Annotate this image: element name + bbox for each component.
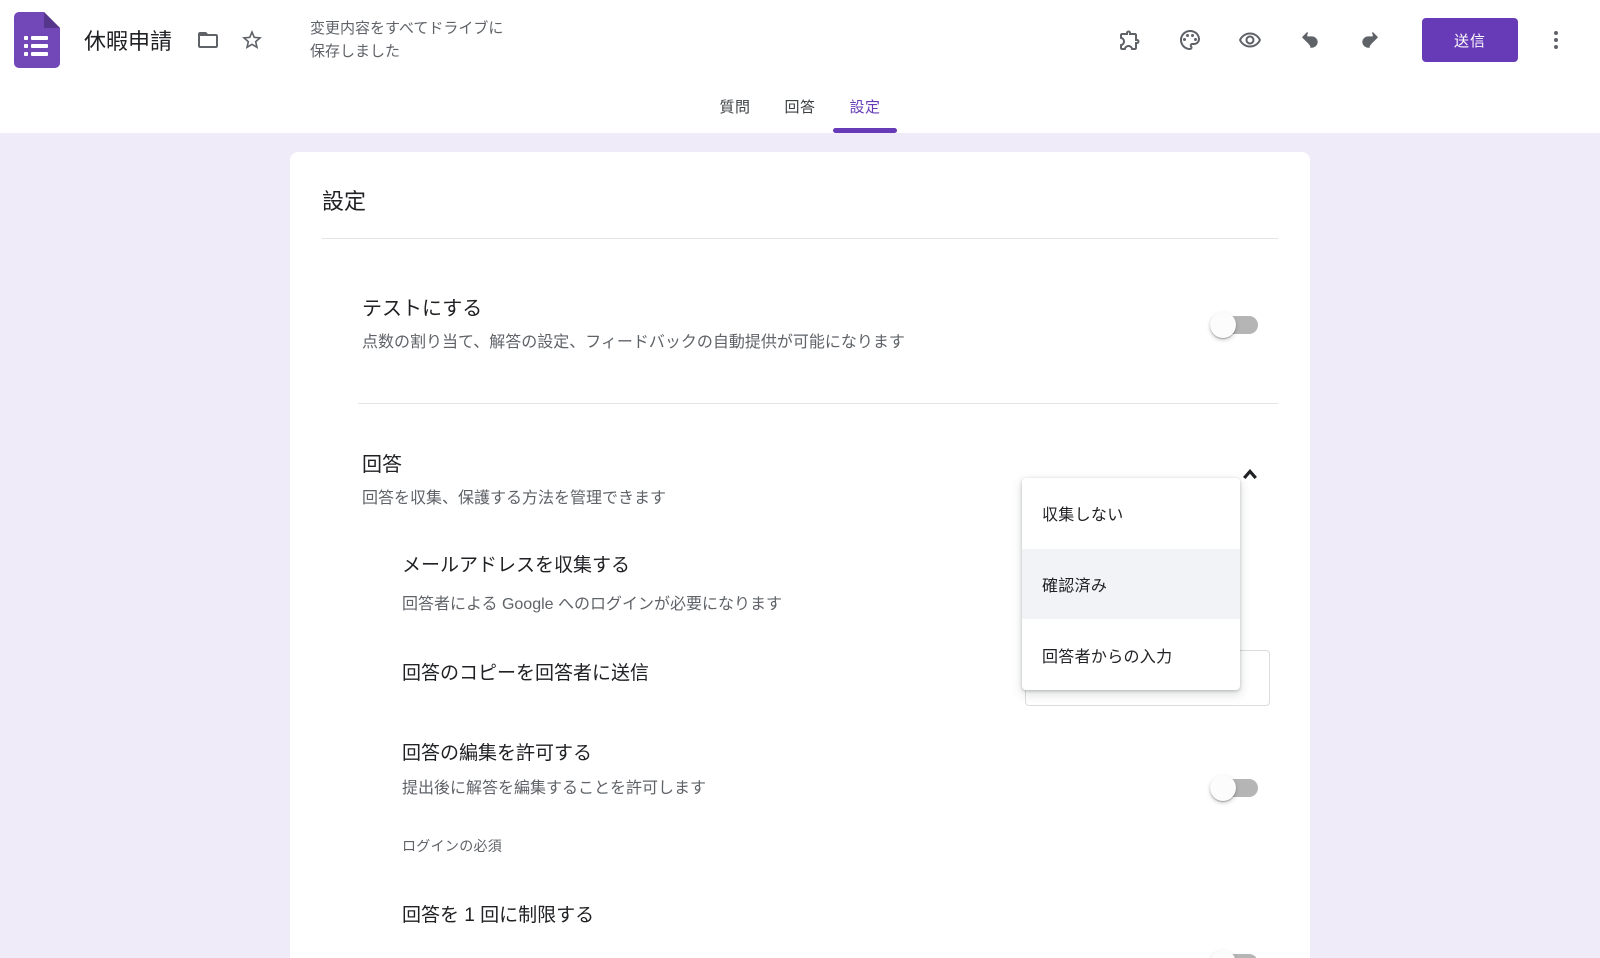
save-status-line1: 変更内容をすべてドライブに [310, 19, 504, 37]
menu-option-do-not-collect[interactable]: 収集しない [1022, 478, 1240, 549]
save-status[interactable]: 変更内容をすべてドライブに 保存しました [310, 17, 503, 64]
quiz-toggle[interactable] [1210, 312, 1258, 338]
allow-edit-title: 回答の編集を許可する [402, 743, 593, 764]
send-copy-title: 回答のコピーを回答者に送信 [402, 663, 650, 684]
collect-email-description: 回答者による Google へのログインが必要になります [402, 596, 783, 613]
responses-section-description: 回答を収集、保護する方法を管理できます [362, 490, 667, 507]
settings-heading: 設定 [322, 189, 367, 214]
tab-questions[interactable]: 質問 [702, 80, 767, 133]
responses-section-title: 回答 [362, 454, 402, 476]
menu-option-verified[interactable]: 確認済み [1022, 548, 1240, 620]
tab-settings[interactable]: 設定 [833, 80, 898, 133]
save-status-line2: 保存しました [310, 43, 401, 60]
toggle-knob [1210, 312, 1236, 338]
allow-edit-description: 提出後に解答を編集することを許可します [402, 780, 707, 797]
limit-one-response-toggle[interactable] [1210, 950, 1258, 958]
collect-email-dropdown-menu: 収集しない 確認済み 回答者からの入力 [1022, 478, 1240, 690]
quiz-section-title: テストにする [362, 298, 483, 320]
tab-responses[interactable]: 回答 [767, 80, 832, 133]
login-required-label: ログインの必須 [402, 838, 503, 854]
forms-logo-icon[interactable] [14, 12, 60, 68]
settings-card: 設定 テストにする 点数の割り当て、解答の設定、フィードバックの自動提供が可能に… [290, 152, 1310, 958]
settings-page: 設定 テストにする 点数の割り当て、解答の設定、フィードバックの自動提供が可能に… [0, 133, 1600, 958]
star-icon[interactable] [230, 18, 274, 62]
toggle-knob [1210, 775, 1236, 801]
preview-eye-icon[interactable] [1228, 18, 1272, 62]
divider [358, 403, 1278, 404]
toggle-knob [1210, 950, 1236, 958]
undo-icon[interactable] [1288, 18, 1332, 62]
collect-email-title: メールアドレスを収集する [402, 555, 631, 576]
quiz-section-description: 点数の割り当て、解答の設定、フィードバックの自動提供が可能になります [362, 334, 905, 351]
move-folder-icon[interactable] [186, 18, 230, 62]
redo-icon[interactable] [1348, 18, 1392, 62]
more-options-kebab-icon[interactable] [1534, 18, 1578, 62]
theme-palette-icon[interactable] [1168, 18, 1212, 62]
allow-edit-toggle[interactable] [1210, 775, 1258, 801]
limit-one-response-title: 回答を 1 回に制限する [402, 905, 595, 926]
collapse-section-chevron-up-icon[interactable] [1243, 466, 1257, 484]
menu-option-responder-input[interactable]: 回答者からの入力 [1022, 619, 1240, 690]
form-title[interactable]: 休暇申請 [84, 24, 172, 56]
divider [322, 238, 1278, 239]
top-bar: 休暇申請 変更内容をすべてドライブに 保存しました 送信 [0, 0, 1600, 80]
addons-puzzle-icon[interactable] [1108, 18, 1152, 62]
send-button[interactable]: 送信 [1422, 18, 1518, 62]
tab-bar: 質問 回答 設定 [0, 80, 1600, 133]
